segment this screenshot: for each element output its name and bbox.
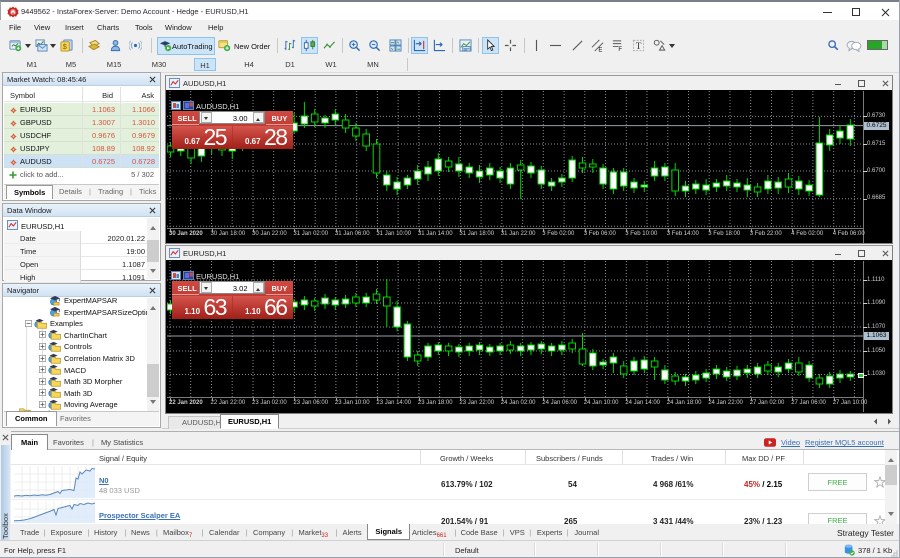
svg-text:E: E [598,48,602,52]
svg-text:T: T [636,42,642,52]
svg-text:$: $ [63,42,67,51]
svg-text:F: F [618,47,622,52]
